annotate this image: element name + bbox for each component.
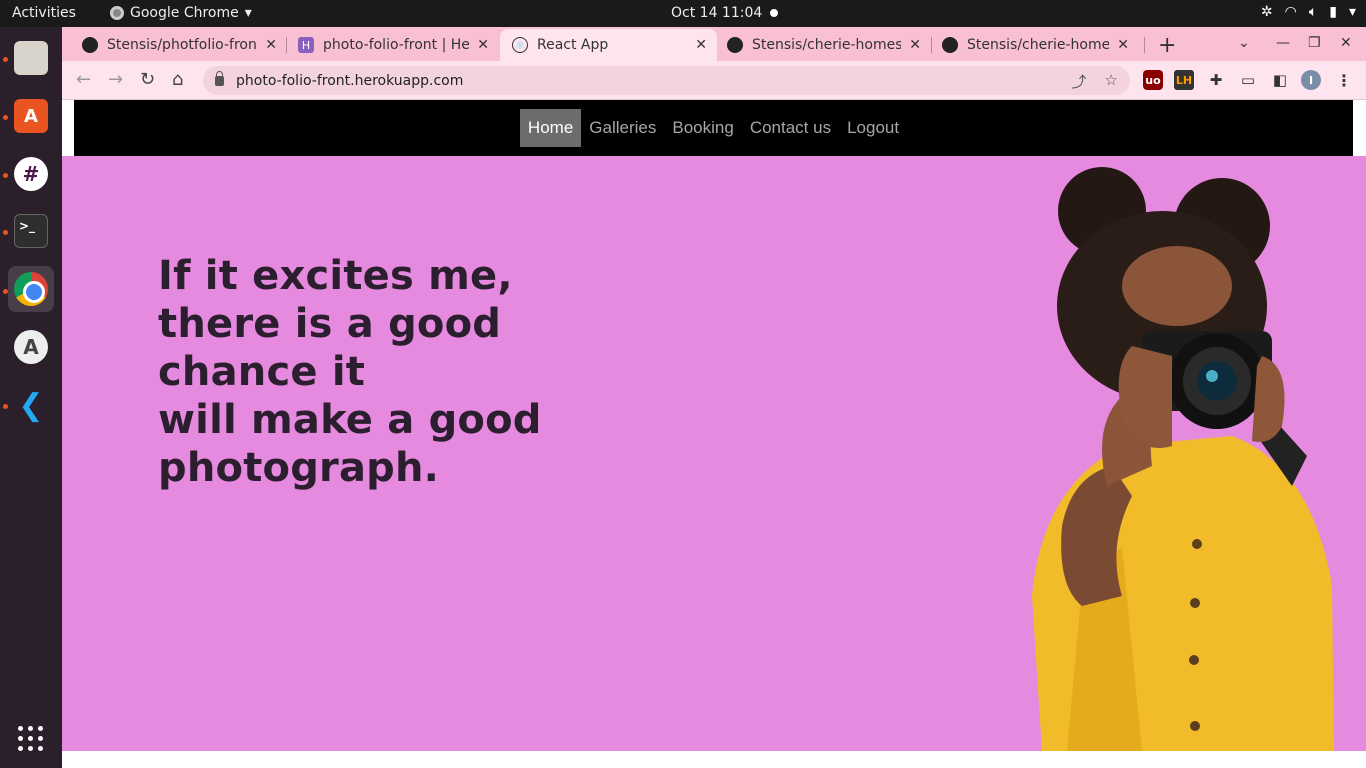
profile-avatar[interactable]: I (1301, 70, 1321, 90)
hero-line: there is a good chance it (158, 301, 502, 395)
lighthouse-icon[interactable]: LH (1174, 70, 1194, 90)
chevron-down-icon: ▾ (244, 5, 252, 21)
heroku-icon: H (298, 37, 314, 53)
photographer-image (1032, 167, 1334, 751)
nav-home[interactable]: Home (519, 109, 582, 147)
tab-cherie-homes-2[interactable]: Stensis/cherie-homes ✕ (932, 29, 1139, 61)
dock-software-updater[interactable]: A (8, 324, 54, 370)
dock-chrome[interactable] (8, 266, 54, 312)
forward-button[interactable]: → (108, 69, 123, 90)
tab-react-app[interactable]: ⚛ React App ✕ (500, 29, 717, 61)
app-menu[interactable]: Google Chrome ▾ (110, 5, 252, 21)
dock-files[interactable] (8, 35, 54, 81)
tab-search-icon[interactable]: ⌄ (1238, 35, 1250, 51)
software-updater-icon: A (14, 330, 48, 364)
close-icon[interactable]: ✕ (265, 37, 277, 53)
url-text[interactable]: photo-folio-front.herokuapp.com (236, 73, 463, 89)
github-icon (82, 37, 98, 53)
nav-galleries[interactable]: Galleries (581, 109, 664, 147)
back-button[interactable]: ← (76, 69, 91, 90)
close-icon[interactable]: ✕ (909, 37, 921, 53)
system-top-bar: Activities Google Chrome ▾ Oct 14 11:04 … (0, 0, 1366, 27)
show-applications-icon[interactable] (18, 726, 44, 752)
wifi-icon: ◠ (1284, 4, 1297, 20)
github-icon (942, 37, 958, 53)
hero-line: will make a good (158, 397, 542, 443)
terminal-icon: >_ (14, 214, 48, 248)
hero-section: If it excites me, there is a good chance… (62, 156, 1366, 751)
side-panel-icon[interactable]: ◧ (1270, 70, 1290, 90)
nav-logout[interactable]: Logout (839, 109, 907, 147)
files-icon (14, 41, 48, 75)
tab-cherie-homes-1[interactable]: Stensis/cherie-homes- ✕ (717, 29, 931, 61)
dock: A # >_ A ❮ (0, 27, 62, 768)
tab-title: Stensis/photfolio-front (107, 37, 258, 53)
tab-heroku[interactable]: H photo-folio-front | Heroku ✕ (278, 29, 499, 61)
home-button[interactable]: ⌂ (172, 69, 183, 90)
site-navbar: Home Galleries Booking Contact us Logout (74, 100, 1353, 156)
menu-icon[interactable]: ⋮ (1334, 70, 1354, 90)
nav-contact[interactable]: Contact us (742, 109, 839, 147)
chrome-icon (14, 272, 48, 306)
tab-strip: Stensis/photfolio-front ✕ H photo-folio-… (62, 27, 1366, 61)
bookmark-star-icon[interactable]: ☆ (1105, 71, 1118, 92)
activities-button[interactable]: Activities (12, 5, 76, 21)
dock-software-store[interactable]: A (8, 93, 54, 139)
close-window-button[interactable]: ✕ (1340, 35, 1352, 51)
hero-line: If it excites me, (158, 253, 513, 299)
tab-title: Stensis/cherie-homes- (752, 37, 902, 53)
address-bar[interactable]: photo-folio-front.herokuapp.com ⤴ ☆ (203, 66, 1130, 95)
clock[interactable]: Oct 14 11:04 (671, 5, 762, 21)
volume-icon: 🔈︎ (1308, 4, 1318, 20)
close-icon[interactable]: ✕ (695, 37, 707, 53)
nav-booking[interactable]: Booking (664, 109, 741, 147)
slack-tray-icon[interactable]: ✲ (1261, 4, 1273, 20)
minimize-button[interactable]: — (1276, 35, 1290, 51)
reload-button[interactable]: ↻ (140, 69, 155, 90)
browser-toolbar: ← → ↻ ⌂ photo-folio-front.herokuapp.com … (62, 61, 1366, 100)
app-menu-label: Google Chrome (130, 5, 239, 21)
tab-title: React App (537, 37, 609, 53)
vscode-icon: ❮ (18, 387, 44, 423)
battery-icon: ▮ (1329, 4, 1337, 20)
notification-dot (770, 9, 778, 17)
close-icon[interactable]: ✕ (477, 37, 489, 53)
tab-title: Stensis/cherie-homes (967, 37, 1110, 53)
lock-icon[interactable] (215, 70, 224, 86)
hero-line: photograph. (158, 445, 440, 491)
new-tab-button[interactable]: + (1158, 33, 1176, 58)
github-icon (727, 37, 743, 53)
dock-terminal[interactable]: >_ (8, 208, 54, 254)
extensions-icon[interactable]: ✚ (1206, 70, 1226, 90)
system-tray[interactable]: ✲ ◠ 🔈︎ ▮ ▾ (1261, 4, 1356, 20)
software-store-icon: A (14, 99, 48, 133)
chevron-down-icon: ▾ (1348, 4, 1356, 20)
tab-photfolio-github[interactable]: Stensis/photfolio-front ✕ (62, 29, 287, 61)
dock-vscode[interactable]: ❮ (8, 382, 54, 428)
share-icon[interactable]: ⤴ (1072, 71, 1087, 92)
chrome-icon (110, 6, 124, 20)
restore-button[interactable]: ❐ (1308, 35, 1321, 51)
web-page: Home Galleries Booking Contact us Logout… (62, 100, 1366, 768)
tab-title: photo-folio-front | Heroku (323, 37, 470, 53)
ublock-icon[interactable]: uo (1143, 70, 1163, 90)
react-icon: ⚛ (512, 37, 528, 53)
hero-heading: If it excites me, there is a good chance… (158, 252, 638, 492)
dock-slack[interactable]: # (8, 151, 54, 197)
close-icon[interactable]: ✕ (1117, 37, 1129, 53)
slack-icon: # (14, 157, 48, 191)
cast-icon[interactable]: ▭ (1238, 70, 1258, 90)
